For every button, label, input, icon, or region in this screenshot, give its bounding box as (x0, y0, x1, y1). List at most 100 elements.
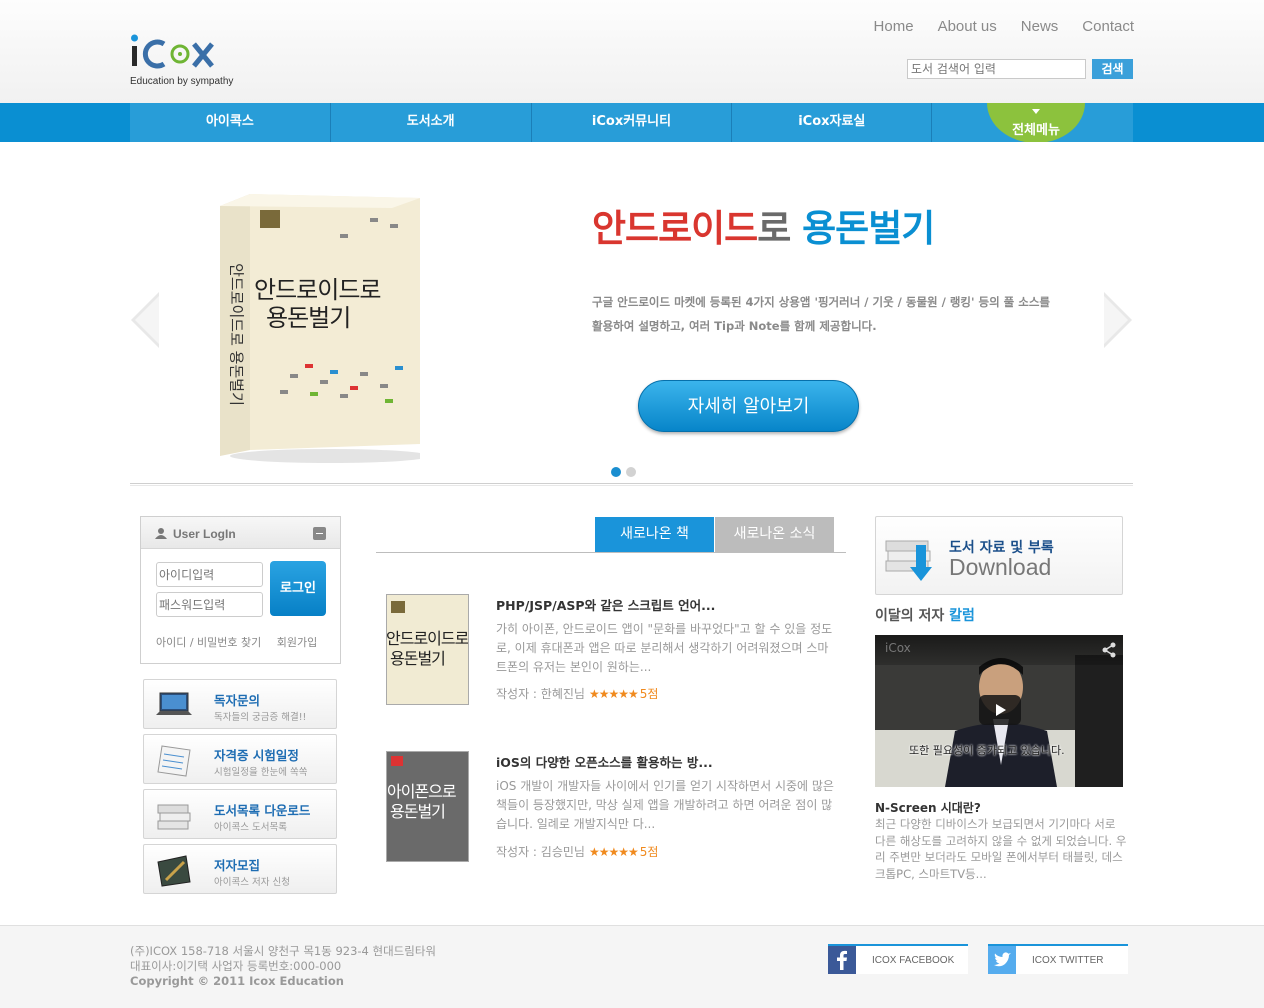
hero-desc-line2: 활용하여 설명하고, 여러 Tip과 Note를 함께 제공합니다. (592, 319, 877, 333)
column-post-title[interactable]: N-Screen 시대란? (875, 799, 981, 816)
book-thumb-title2: 용돈벌기 (390, 802, 446, 821)
hero-slider: 안드로이드로 용돈벌기 안드로이드로 용돈벌기 안드로이드로 용돈벌기 구글 안… (130, 142, 1133, 484)
download-sub: Download (949, 554, 1052, 580)
login-box: User LogIn 로그인 아이디 / 비밀번호 찾기 회원가입 (140, 516, 341, 664)
user-icon (155, 528, 167, 539)
quick-menu-exam-schedule[interactable]: 자격증 시험일정 시험일정을 한눈에 쏙쏙 (143, 734, 337, 784)
nav-item-books[interactable]: 도서소개 (330, 103, 532, 142)
main-nav: 아이콕스 도서소개 iCox커뮤니티 iCox자료실 전체메뉴 (0, 103, 1264, 142)
slider-dot-2[interactable] (626, 467, 636, 477)
user-id-input[interactable] (156, 562, 263, 587)
minimize-icon[interactable] (313, 527, 326, 540)
caret-down-icon (1032, 109, 1040, 114)
join-link[interactable]: 회원가입 (277, 636, 317, 649)
top-nav-about[interactable]: About us (938, 18, 997, 35)
download-icon (885, 540, 932, 581)
column-title-part2: 칼럼 (949, 608, 975, 624)
top-nav-contact[interactable]: Contact (1082, 18, 1134, 35)
quick-menu-sub: 아이콕스 도서목록 (214, 822, 287, 833)
logo-tagline: Education by sympathy (130, 76, 234, 87)
hero-title-part2: 로 (757, 207, 803, 250)
search-button[interactable]: 검색 (1092, 59, 1133, 79)
nav-item-archive[interactable]: iCox자료실 (732, 103, 933, 142)
play-icon[interactable] (979, 695, 1021, 725)
slider-dots (611, 467, 636, 477)
book-list-item[interactable]: 아이폰으로 용돈벌기 iOS의 다양한 오픈소스를 활용하는 방... iOS … (386, 751, 846, 863)
book-title[interactable]: PHP/JSP/ASP와 같은 스크립트 언어... (496, 595, 715, 614)
footer-copyright: Copyright © 2011 Icox Education (130, 974, 344, 988)
search-input[interactable] (907, 59, 1086, 79)
login-button[interactable]: 로그인 (270, 561, 326, 616)
book-score: 5점 (639, 845, 659, 859)
rating-stars-icon: ★★★★★ (588, 687, 639, 701)
book-title[interactable]: iOS의 다양한 오픈소스를 활용하는 방... (496, 752, 713, 771)
hero-desc-line1: 구글 안드로이드 마켓에 등록된 4가지 상용앱 '핑거러너 / 기웃 / 동물… (592, 295, 1050, 309)
hero-description: 구글 안드로이드 마켓에 등록된 4가지 상용앱 '핑거러너 / 기웃 / 동물… (592, 290, 1072, 338)
find-account-link[interactable]: 아이디 / 비밀번호 찾기 (156, 636, 261, 649)
quick-menu-title: 도서목록 다운로드 (214, 803, 311, 818)
tab-new-books[interactable]: 새로나온 책 (595, 517, 714, 552)
book-score: 5점 (639, 687, 659, 701)
footer-info: (주)ICOX 158-718 서울시 양천구 목1동 923-4 현대드림타워… (130, 944, 436, 989)
share-icon[interactable] (1101, 642, 1117, 658)
top-nav-news[interactable]: News (1021, 18, 1059, 35)
book-thumb-emblem (391, 601, 405, 613)
quick-menu-sub: 독자들의 궁금증 해결!! (214, 712, 307, 723)
nav-item-community[interactable]: iCox커뮤니티 (531, 103, 733, 142)
slider-dot-1[interactable] (611, 467, 621, 477)
quick-menu-title: 저자모집 (214, 858, 261, 873)
password-input[interactable] (156, 592, 263, 617)
top-nav: Home About us News Contact (874, 18, 1134, 35)
hero-divider (130, 483, 1133, 486)
book-thumbnail[interactable]: 아이폰으로 용돈벌기 (386, 751, 469, 862)
video-caption: 또한 필요성이 증가되고 있습니다. (909, 744, 1065, 757)
quick-menu-inquiry[interactable]: 독자문의 독자들의 궁금증 해결!! (143, 679, 337, 729)
download-box[interactable]: 도서 자료 및 부록 Download (875, 516, 1123, 595)
footer-ceo: 대표이사:이기택 사업자 등록번호:000-000 (130, 959, 342, 973)
nav-item-icox[interactable]: 아이콕스 (130, 103, 331, 142)
book-list-item[interactable]: 안드로이드로 용돈벌기 PHP/JSP/ASP와 같은 스크립트 언어... 가… (386, 594, 846, 706)
quick-menu-title: 자격증 시험일정 (214, 748, 299, 763)
video-player[interactable]: iCox 또한 필요성이 증가되고 있습니다. (875, 635, 1123, 787)
book-author: 작성자 : 한혜진님 (496, 687, 585, 701)
quick-menu-title: 독자문의 (214, 693, 261, 708)
twitter-link[interactable]: ICOX TWITTER (988, 944, 1128, 974)
hero-book-spine: 안드로이드로 용돈벌기 (227, 263, 246, 406)
book-author: 작성자 : 김승민님 (496, 845, 585, 859)
facebook-link[interactable]: ICOX FACEBOOK (828, 944, 968, 974)
book-thumb-title2: 용돈벌기 (390, 649, 446, 668)
tab-news[interactable]: 새로나온 소식 (715, 517, 834, 552)
book-meta: 작성자 : 김승민님 ★★★★★ 5점 (496, 843, 658, 860)
logo-mark-icon (131, 34, 214, 69)
chevron-right-icon[interactable] (1103, 292, 1133, 348)
twitter-icon (988, 946, 1016, 974)
quick-menu-author-recruit[interactable]: 저자모집 아이콕스 저자 신청 (143, 844, 337, 894)
quick-menu-catalog-download[interactable]: 도서목록 다운로드 아이콕스 도서목록 (143, 789, 337, 839)
twitter-label: ICOX TWITTER (1032, 955, 1104, 966)
calendar-icon (157, 745, 191, 777)
hero-title: 안드로이드로 용돈벌기 (592, 198, 935, 252)
footer-address: (주)ICOX 158-718 서울시 양천구 목1동 923-4 현대드림타워 (130, 944, 437, 958)
all-menu-label: 전체메뉴 (1012, 123, 1060, 138)
pen-icon (157, 855, 191, 887)
hero-book-image: 안드로이드로 용돈벌기 안드로이드로 용돈벌기 (220, 194, 430, 464)
book-thumbnail[interactable]: 안드로이드로 용돈벌기 (386, 594, 469, 705)
hero-book-cover-title2: 용돈벌기 (266, 304, 351, 332)
books-icon (157, 804, 191, 830)
search-bar: 검색 (907, 59, 1133, 79)
author-column-title: 이달의 저자 칼럼 (875, 605, 975, 625)
learn-more-button[interactable]: 자세히 알아보기 (638, 380, 859, 432)
hero-title-part1: 안드로이드 (592, 207, 758, 250)
video-brand: iCox (885, 641, 911, 655)
book-description: iOS 개발이 개발자들 사이에서 인기를 얻기 시작하면서 시중에 많은 책들… (496, 779, 834, 831)
quick-menu-sub: 시험일정을 한눈에 쏙쏙 (214, 767, 308, 778)
login-header: User LogIn (141, 517, 340, 549)
top-nav-home[interactable]: Home (874, 18, 914, 35)
logo[interactable]: Education by sympathy (130, 26, 250, 90)
book-tabs: 새로나온 책 새로나온 소식 (376, 517, 846, 553)
column-post-desc: 최근 다양한 디바이스가 보급되면서 기기마다 서로 다른 해상도를 고려하지 … (875, 817, 1127, 881)
login-title: User LogIn (173, 527, 236, 541)
column-title-part1: 이달의 저자 (875, 608, 950, 624)
chevron-left-icon[interactable] (130, 292, 160, 348)
login-links: 아이디 / 비밀번호 찾기 회원가입 (156, 634, 317, 650)
